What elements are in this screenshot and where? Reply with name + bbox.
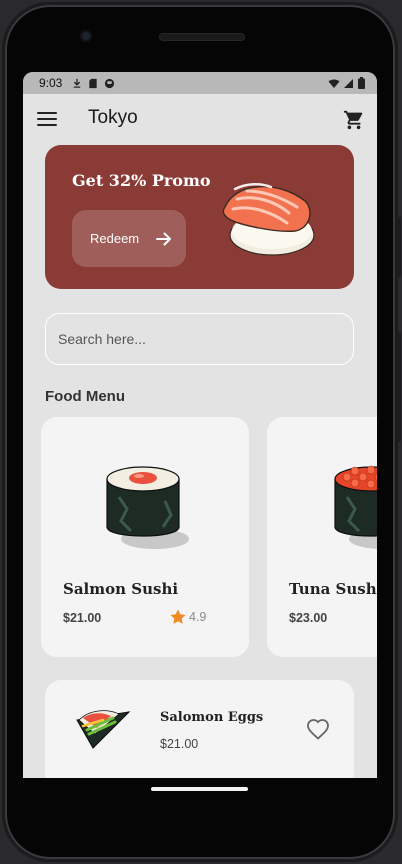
gesture-nav-bar[interactable] [151, 787, 248, 791]
food-card-rating: 4.9 [169, 608, 206, 626]
front-camera [80, 30, 92, 42]
food-card-price: $21.00 [63, 611, 102, 625]
volume-button [395, 332, 401, 442]
nigiri-sushi-image [222, 183, 315, 256]
wifi-icon [328, 78, 340, 88]
app-notification-icon [105, 78, 115, 88]
salmon-sushi-roll-image [106, 466, 189, 549]
earpiece-speaker [159, 33, 245, 41]
redeem-label: Redeem [90, 231, 140, 246]
download-icon [74, 78, 81, 88]
redeem-button[interactable]: Redeem [72, 210, 186, 267]
app-bar: Tokyo [23, 94, 377, 146]
status-bar: 9:03 [23, 72, 377, 94]
food-card-salmon-sushi[interactable]: Salmon Sushi $21.00 4.9 [41, 417, 249, 657]
section-title-food-menu: Food Menu [45, 388, 125, 405]
tuna-sushi-roll-image [334, 465, 377, 549]
food-card-tuna-sushi[interactable]: Tuna Sushi $23.00 [267, 417, 377, 657]
battery-icon [358, 77, 365, 89]
page-title: Tokyo [88, 107, 138, 128]
rating-value: 4.9 [189, 610, 207, 624]
food-card-name: Tuna Sushi [289, 580, 377, 598]
promo-title: Get 32% Promo [72, 171, 211, 190]
heart-outline-icon[interactable] [306, 718, 330, 740]
list-item-salomon-eggs[interactable]: Salomon Eggs $21.00 [45, 680, 354, 778]
search-input[interactable] [45, 313, 354, 365]
list-item-name: Salomon Eggs [160, 710, 264, 725]
signal-icon [344, 78, 353, 88]
list-item-price: $21.00 [160, 737, 199, 751]
promo-banner: Get 32% Promo Redeem [45, 145, 354, 289]
star-icon [170, 609, 186, 624]
cart-icon[interactable] [343, 109, 365, 131]
food-card-name: Salmon Sushi [63, 580, 179, 598]
temaki-hand-roll-image [76, 710, 131, 749]
arrow-right-icon [156, 232, 172, 245]
food-card-price: $23.00 [289, 611, 328, 625]
menu-icon[interactable] [37, 112, 57, 128]
sd-card-icon [89, 78, 98, 88]
power-button [395, 217, 401, 277]
status-right-icons [328, 77, 365, 89]
status-time: 9:03 [39, 76, 63, 90]
app-screen: 9:03 Tokyo Get 32% Promo Redeem Search h… [23, 72, 377, 778]
phone-frame: 9:03 Tokyo Get 32% Promo Redeem Search h… [2, 2, 401, 862]
